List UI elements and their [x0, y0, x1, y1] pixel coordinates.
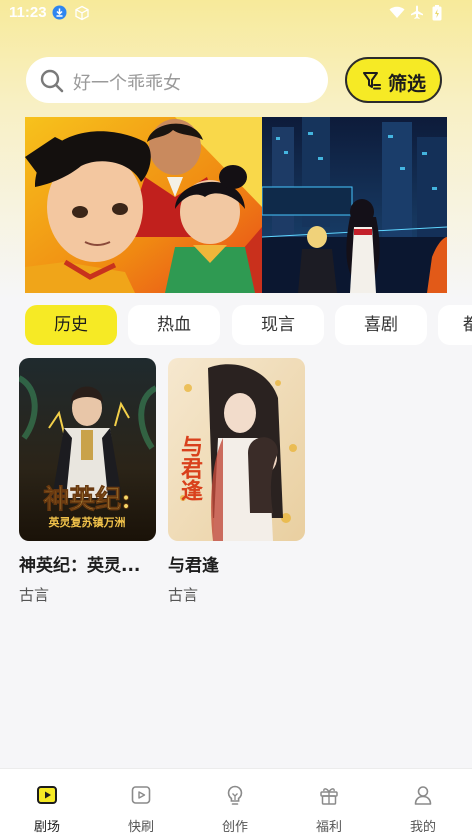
genre-tab-label: 都 — [463, 315, 472, 335]
drama-card[interactable]: 与君逢 与君逢 古言 — [168, 358, 305, 605]
drama-genre-tag: 古言 — [19, 586, 50, 604]
search-placeholder: 好一个乖乖女 — [73, 73, 181, 94]
nav-theater[interactable]: 剧场 — [0, 769, 94, 839]
genre-tab-label: 现言 — [261, 315, 295, 335]
cube-icon — [75, 5, 89, 21]
nav-label: 剧场 — [33, 820, 60, 835]
cover-artwork: 神英纪: 英灵复苏镇万洲 — [19, 358, 156, 541]
search-icon — [40, 69, 64, 93]
nav-label: 福利 — [315, 820, 342, 835]
genre-tab-action[interactable]: 热血 — [128, 305, 220, 345]
status-bar: 11:23 — [0, 0, 472, 26]
airplane-icon — [411, 5, 423, 19]
play-icon — [131, 786, 151, 804]
genre-tab-history[interactable]: 历史 — [25, 305, 117, 345]
genre-tab-modern-romance[interactable]: 现言 — [232, 305, 324, 345]
banner-cyber-artwork — [262, 117, 447, 293]
nav-create[interactable]: 创作 — [188, 769, 282, 839]
genre-tab-comedy[interactable]: 喜剧 — [335, 305, 427, 345]
search-input[interactable]: 好一个乖乖女 — [26, 57, 328, 103]
nav-profile[interactable]: 我的 — [376, 769, 470, 839]
nav-label: 我的 — [409, 820, 436, 835]
battery-icon — [432, 5, 442, 21]
bulb-icon — [227, 785, 243, 805]
banner-slide-action[interactable] — [25, 117, 262, 293]
bottom-nav: 剧场 快刷 创作 福利 我的 — [0, 768, 472, 839]
cover-subtitle: 英灵复苏镇万洲 — [48, 515, 126, 529]
drama-genre-tag: 古言 — [168, 586, 199, 604]
drama-title[interactable]: 与君逢 — [168, 551, 305, 576]
filter-label: 筛选 — [388, 73, 427, 95]
drama-card[interactable]: 神英纪: 英灵复苏镇万洲 神英纪：英灵... 古言 — [19, 358, 156, 605]
theater-icon — [37, 786, 57, 804]
drama-title[interactable]: 神英纪：英灵... — [19, 551, 156, 576]
filter-icon — [363, 72, 381, 90]
status-time: 11:23 — [9, 4, 47, 21]
banner-slide-cyber[interactable] — [262, 117, 447, 293]
wifi-icon — [389, 6, 405, 18]
banner-carousel[interactable] — [25, 117, 447, 293]
nav-rewards[interactable]: 福利 — [282, 769, 376, 839]
download-icon — [52, 5, 67, 20]
genre-tab-label: 热血 — [157, 315, 191, 335]
genre-tab-urban[interactable]: 都 — [438, 305, 472, 345]
banner-action-artwork — [25, 117, 262, 293]
cover-title: 神英纪: — [43, 484, 131, 515]
drama-cover[interactable]: 神英纪: 英灵复苏镇万洲 — [19, 358, 156, 541]
nav-label: 快刷 — [127, 820, 154, 835]
person-icon — [414, 786, 432, 805]
filter-button[interactable]: 筛选 — [345, 57, 442, 103]
genre-tabs: 历史 热血 现言 喜剧 都 — [0, 305, 472, 347]
nav-quick-swipe[interactable]: 快刷 — [94, 769, 188, 839]
nav-label: 创作 — [221, 820, 248, 835]
gift-icon — [320, 788, 338, 805]
cover-artwork: 与君逢 — [168, 358, 305, 541]
genre-tab-label: 历史 — [54, 315, 88, 335]
genre-tab-label: 喜剧 — [364, 315, 398, 335]
drama-cover[interactable]: 与君逢 — [168, 358, 305, 541]
cover-title: 与君逢 — [177, 435, 203, 501]
